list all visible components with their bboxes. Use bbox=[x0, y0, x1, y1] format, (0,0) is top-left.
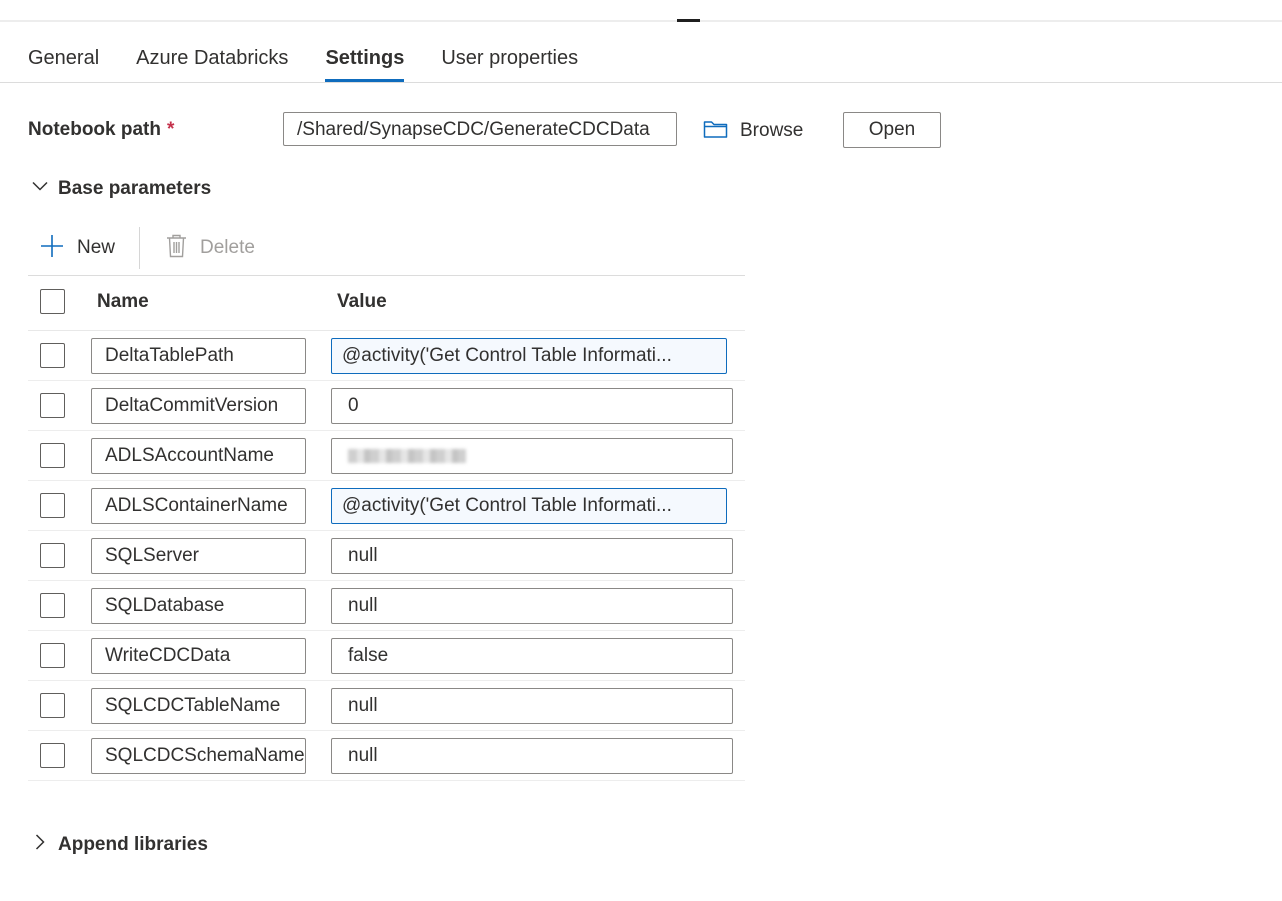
required-indicator: * bbox=[167, 119, 175, 140]
trash-icon bbox=[166, 234, 187, 263]
grid-rows: DeltaTablePath @activity('Get Control Tab… bbox=[28, 331, 745, 781]
row-checkbox[interactable] bbox=[40, 593, 65, 618]
delete-label: Delete bbox=[200, 237, 255, 258]
parameter-value-input[interactable]: null bbox=[331, 538, 733, 574]
notebook-path-input[interactable]: /Shared/SynapseCDC/GenerateCDCData bbox=[283, 112, 677, 146]
parameter-name-input[interactable]: DeltaCommitVersion bbox=[91, 388, 306, 424]
tab-bar-divider bbox=[0, 82, 1282, 83]
notebook-path-label-text: Notebook path bbox=[28, 119, 161, 140]
command-separator bbox=[139, 227, 140, 269]
row-checkbox[interactable] bbox=[40, 693, 65, 718]
parameter-name-input[interactable]: SQLDatabase bbox=[91, 588, 306, 624]
tab-user-properties[interactable]: User properties bbox=[441, 40, 578, 82]
parameter-row: SQLDatabase null bbox=[28, 581, 745, 631]
parameter-value-input[interactable]: false bbox=[331, 638, 733, 674]
row-checkbox[interactable] bbox=[40, 493, 65, 518]
select-all-checkbox[interactable] bbox=[40, 289, 65, 314]
parameter-row: SQLCDCSchemaName null bbox=[28, 731, 745, 781]
parameter-row: DeltaCommitVersion 0 bbox=[28, 381, 745, 431]
chevron-right-icon bbox=[32, 830, 48, 859]
base-parameters-title: Base parameters bbox=[58, 177, 212, 199]
append-libraries-toggle[interactable]: Append libraries bbox=[32, 830, 208, 859]
column-header-value: Value bbox=[337, 291, 387, 312]
panel-resize-handle[interactable] bbox=[677, 19, 700, 22]
browse-button[interactable]: Browse bbox=[703, 118, 803, 144]
new-label: New bbox=[77, 237, 116, 258]
parameter-name-input[interactable]: WriteCDCData bbox=[91, 638, 306, 674]
folder-icon bbox=[703, 119, 728, 144]
parameter-value-input[interactable]: 0 bbox=[331, 388, 733, 424]
parameter-value-input[interactable]: null bbox=[331, 688, 733, 724]
grid-header: Name Value bbox=[28, 275, 745, 331]
parameter-name-input[interactable]: DeltaTablePath bbox=[91, 338, 306, 374]
parameter-row: ADLSContainerName @activity('Get Control … bbox=[28, 481, 745, 531]
row-checkbox[interactable] bbox=[40, 643, 65, 668]
open-button[interactable]: Open bbox=[843, 112, 941, 148]
parameter-row: DeltaTablePath @activity('Get Control Tab… bbox=[28, 331, 745, 381]
row-checkbox[interactable] bbox=[40, 743, 65, 768]
base-parameters-toggle[interactable]: Base parameters bbox=[32, 174, 211, 203]
parameter-name-input[interactable]: ADLSContainerName bbox=[91, 488, 306, 524]
tab-general[interactable]: General bbox=[28, 40, 99, 82]
parameter-value-input[interactable]: @activity('Get Control Table Informati..… bbox=[331, 488, 727, 524]
parameter-name-input[interactable]: ADLSAccountName bbox=[91, 438, 306, 474]
top-divider bbox=[0, 20, 1282, 22]
new-parameter-button[interactable]: New bbox=[40, 234, 115, 262]
row-checkbox[interactable] bbox=[40, 393, 65, 418]
row-checkbox[interactable] bbox=[40, 443, 65, 468]
parameter-value-input[interactable] bbox=[331, 438, 733, 474]
plus-icon bbox=[40, 234, 64, 263]
parameter-row: SQLCDCTableName null bbox=[28, 681, 745, 731]
parameter-row: SQLServer null bbox=[28, 531, 745, 581]
browse-label: Browse bbox=[740, 120, 804, 141]
parameter-name-input[interactable]: SQLCDCTableName bbox=[91, 688, 306, 724]
row-checkbox[interactable] bbox=[40, 543, 65, 568]
append-libraries-title: Append libraries bbox=[58, 833, 208, 855]
chevron-down-icon bbox=[32, 174, 48, 203]
notebook-path-label: Notebook path * bbox=[28, 119, 174, 141]
parameter-value-input[interactable]: null bbox=[331, 588, 733, 624]
tab-azure-databricks[interactable]: Azure Databricks bbox=[136, 40, 288, 82]
parameter-row: ADLSAccountName bbox=[28, 431, 745, 481]
delete-parameter-button[interactable]: Delete bbox=[166, 234, 255, 262]
row-checkbox[interactable] bbox=[40, 343, 65, 368]
tab-bar: General Azure Databricks Settings User p… bbox=[28, 40, 615, 82]
base-parameters-grid: Name Value DeltaTablePath @activity('Get … bbox=[28, 275, 745, 781]
parameter-value-input[interactable]: @activity('Get Control Table Informati..… bbox=[331, 338, 727, 374]
redacted-value bbox=[348, 449, 466, 463]
parameter-name-input[interactable]: SQLServer bbox=[91, 538, 306, 574]
tab-settings[interactable]: Settings bbox=[325, 40, 404, 82]
parameter-row: WriteCDCData false bbox=[28, 631, 745, 681]
parameter-value-input[interactable]: null bbox=[331, 738, 733, 774]
parameter-name-input[interactable]: SQLCDCSchemaName bbox=[91, 738, 306, 774]
column-header-name: Name bbox=[97, 291, 149, 312]
